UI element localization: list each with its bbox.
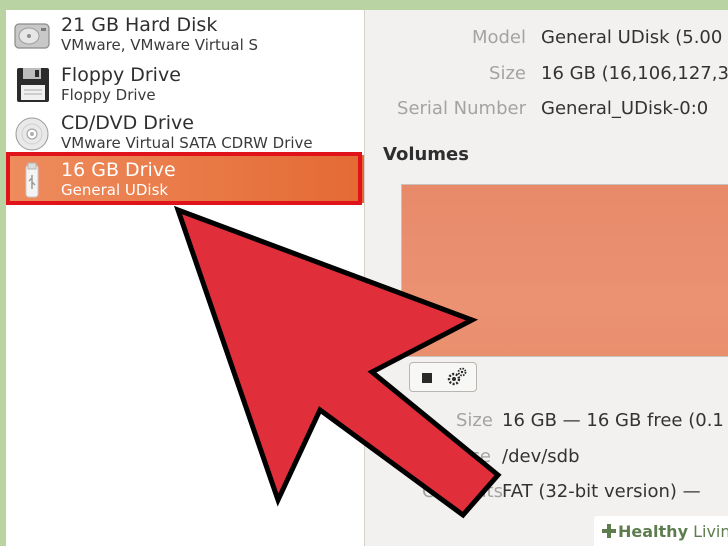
- volume-partition-fill: [402, 185, 728, 356]
- contents-label: Contents: [422, 481, 503, 502]
- device-label: ice: [465, 446, 491, 467]
- floppy-icon: [17, 68, 49, 102]
- watermark-part-2: Living: [693, 522, 728, 541]
- volume-partition[interactable]: [401, 184, 728, 357]
- drive-item-hard-disk[interactable]: 21 GB Hard Disk VMware, VMware Virtual S: [6, 10, 364, 58]
- drive-name: CD/DVD Drive: [61, 112, 194, 134]
- model-value: General UDisk (5.00: [541, 27, 723, 48]
- drive-item-cd-dvd[interactable]: CD/DVD Drive VMware Virtual SATA CDRW Dr…: [6, 108, 364, 156]
- selection-highlight-box: [6, 152, 362, 205]
- optical-disc-icon: [15, 117, 49, 151]
- volume-size-value: 16 GB — 16 GB free (0.1: [502, 410, 724, 431]
- drive-details: Model General UDisk (5.00 Size 16 GB (16…: [365, 10, 728, 546]
- size-value: 16 GB (16,106,127,3: [541, 63, 728, 84]
- watermark-part-1: Healthy: [618, 522, 688, 541]
- drive-description: VMware Virtual SATA CDRW Drive: [61, 134, 313, 152]
- serial-number-label: Serial Number: [397, 98, 526, 119]
- volumes-heading: Volumes: [383, 144, 469, 165]
- hard-disk-icon: [14, 23, 50, 49]
- drive-description: VMware, VMware Virtual S: [61, 36, 259, 54]
- device-value: /dev/sdb: [502, 446, 580, 467]
- gear-icon[interactable]: [444, 366, 468, 388]
- plus-leaf-icon: [602, 524, 616, 538]
- drive-list: 21 GB Hard Disk VMware, VMware Virtual S…: [6, 10, 364, 546]
- model-label: Model: [471, 27, 526, 48]
- drive-name: 21 GB Hard Disk: [61, 14, 218, 36]
- drive-item-floppy[interactable]: Floppy Drive Floppy Drive: [6, 60, 364, 108]
- serial-number-value: General_UDisk-0:0: [541, 98, 709, 119]
- disks-window: 21 GB Hard Disk VMware, VMware Virtual S…: [6, 10, 728, 546]
- volume-toolbar: [409, 362, 477, 392]
- stop-icon[interactable]: [422, 373, 432, 383]
- volume-size-label: Size: [456, 410, 493, 431]
- size-label: Size: [489, 63, 526, 84]
- watermark-text: Healthy Living: [618, 522, 728, 541]
- drive-description: Floppy Drive: [61, 86, 156, 104]
- drive-name: Floppy Drive: [61, 64, 181, 86]
- watermark: Healthy Living: [594, 516, 728, 546]
- contents-value: FAT (32-bit version) —: [502, 481, 701, 502]
